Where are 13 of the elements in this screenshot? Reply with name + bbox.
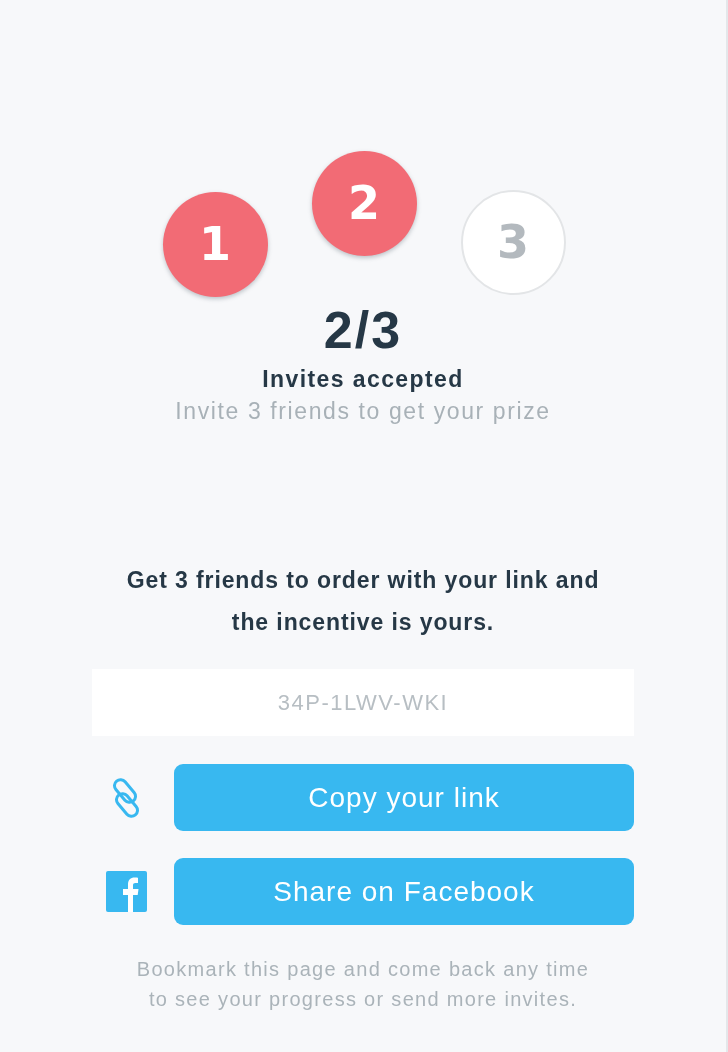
chain-link-icon (110, 777, 142, 818)
facebook-icon (105, 871, 147, 912)
share-facebook-button[interactable]: Share on Facebook (174, 858, 634, 925)
progress-label: Invites accepted (262, 365, 464, 393)
step-marker: 2 (311, 151, 417, 256)
progress-hint: Invite 3 friends to get your prize (175, 397, 551, 426)
progress-count: 2/3 (323, 304, 403, 356)
instructions-text: Get 3 friends to order with your link and the incentive is yours. (125, 566, 601, 637)
step-marker: 1 (162, 192, 268, 297)
footer-text: Bookmark this page and come back any time to see your progress or send more invites. (135, 957, 591, 1012)
copy-link-button[interactable]: Copy your link (174, 764, 634, 831)
step-marker: 3 (460, 190, 566, 295)
link-field[interactable]: 34P-1LWV-WKI (92, 669, 634, 736)
